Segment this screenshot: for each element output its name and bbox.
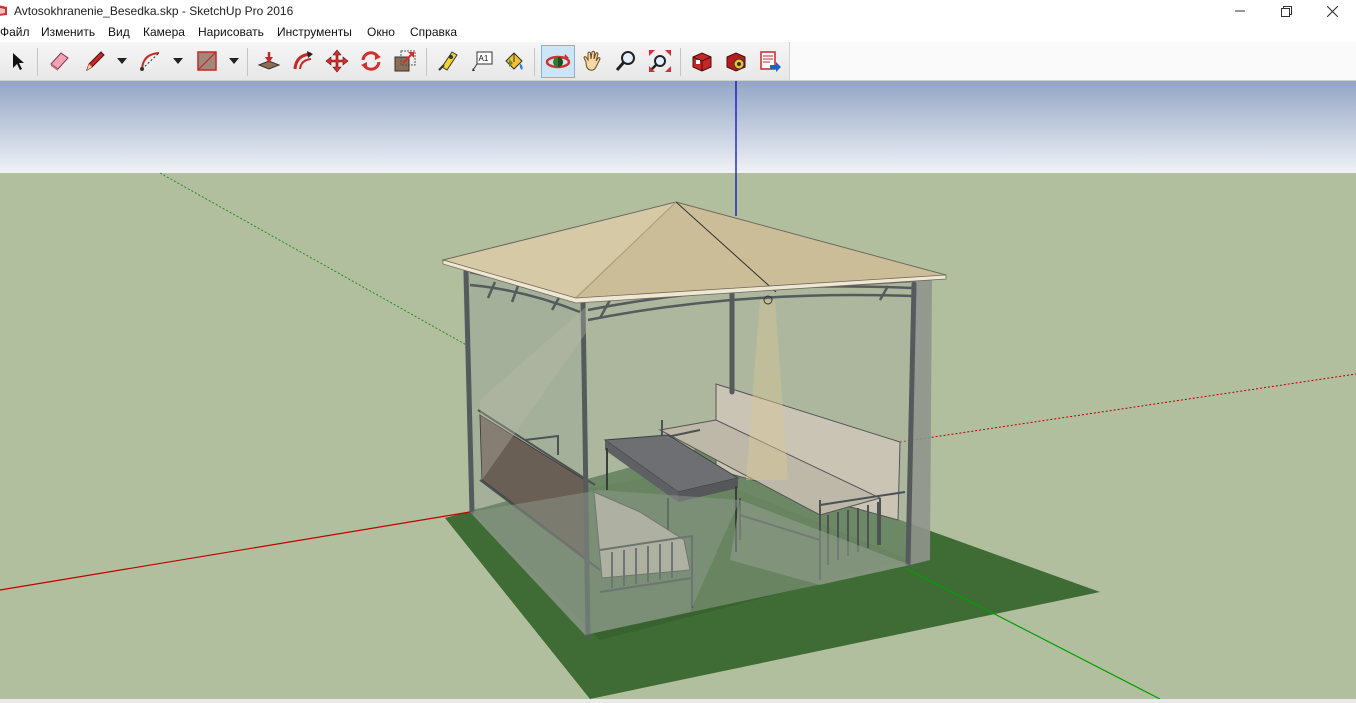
push-pull-icon — [257, 52, 281, 70]
extension-warehouse-button[interactable] — [721, 46, 751, 76]
extension-warehouse-icon — [726, 52, 746, 72]
paint-bucket-icon — [505, 52, 523, 70]
tape-measure-icon — [438, 51, 458, 71]
arc-tool-button[interactable] — [136, 46, 166, 76]
text-tool-button[interactable]: A1 — [467, 46, 497, 76]
zoom-tool-button[interactable] — [611, 46, 641, 76]
scale-icon — [394, 50, 416, 72]
magnifier-icon — [615, 51, 635, 71]
warehouse-button[interactable] — [687, 46, 717, 76]
hand-icon — [583, 50, 601, 71]
offset-icon — [293, 51, 313, 70]
toolbar-empty-area — [790, 42, 1356, 81]
menu-camera[interactable]: Камера — [143, 25, 185, 39]
send-to-layout-icon — [760, 51, 781, 72]
push-pull-tool-button[interactable] — [254, 46, 284, 76]
orbit-tool-button[interactable] — [541, 45, 575, 78]
menu-help[interactable]: Справка — [410, 25, 457, 39]
close-icon — [1326, 5, 1338, 17]
menu-file[interactable]: Файл — [0, 25, 30, 39]
toolbar-separator — [680, 48, 681, 76]
toolbar-separator — [37, 48, 38, 76]
eraser-icon — [50, 52, 69, 71]
restore-button[interactable] — [1263, 0, 1309, 22]
toolbar-separator — [534, 48, 535, 76]
rectangle-tool-button[interactable] — [192, 46, 222, 76]
orbit-icon — [545, 53, 571, 68]
arc-icon — [140, 52, 160, 71]
send-to-layout-button[interactable] — [755, 46, 785, 76]
rotate-icon — [361, 51, 381, 71]
toolbar-separator — [247, 48, 248, 76]
tape-measure-tool-button[interactable] — [433, 46, 463, 76]
minimize-button[interactable] — [1217, 0, 1263, 22]
menu-tools[interactable]: Инструменты — [277, 25, 352, 39]
warehouse-icon — [692, 52, 712, 72]
model-viewport[interactable] — [0, 81, 1356, 699]
chevron-down-icon[interactable] — [228, 56, 240, 66]
chevron-down-icon[interactable] — [116, 56, 128, 66]
title-bar: Avtosokhranenie_Besedka.skp - SketchUp P… — [0, 0, 1356, 22]
restore-icon — [1280, 5, 1292, 17]
close-button[interactable] — [1309, 0, 1355, 22]
svg-text:A1: A1 — [479, 54, 489, 63]
menu-bar: Файл Изменить Вид Камера Нарисовать Инст… — [0, 22, 1356, 42]
sky — [0, 81, 1356, 173]
rotate-tool-button[interactable] — [356, 46, 386, 76]
move-tool-button[interactable] — [322, 46, 352, 76]
scale-tool-button[interactable] — [390, 46, 420, 76]
menu-draw[interactable]: Нарисовать — [198, 25, 264, 39]
offset-tool-button[interactable] — [288, 46, 318, 76]
pencil-icon — [86, 51, 105, 72]
pan-tool-button[interactable] — [577, 46, 607, 76]
zoom-extents-tool-button[interactable] — [645, 46, 675, 76]
main-toolbar: A1 — [0, 42, 790, 81]
paint-bucket-tool-button[interactable] — [499, 46, 529, 76]
rectangle-icon — [197, 51, 217, 71]
line-tool-button[interactable] — [80, 46, 110, 76]
select-tool-button[interactable] — [3, 46, 33, 76]
sketchup-logo-icon — [0, 5, 7, 16]
scene-canvas[interactable] — [0, 81, 1356, 699]
menu-window[interactable]: Окно — [367, 25, 395, 39]
arrow-cursor-icon — [13, 53, 24, 70]
text-icon: A1 — [472, 51, 493, 71]
minimize-icon — [1235, 10, 1245, 12]
eraser-tool-button[interactable] — [44, 46, 74, 76]
move-icon — [325, 49, 349, 73]
menu-edit[interactable]: Изменить — [41, 25, 95, 39]
menu-view[interactable]: Вид — [108, 25, 130, 39]
window-title: Avtosokhranenie_Besedka.skp - SketchUp P… — [14, 4, 294, 18]
chevron-down-icon[interactable] — [172, 56, 184, 66]
toolbar-separator — [426, 48, 427, 76]
status-bar-edge — [0, 699, 1356, 703]
zoom-extents-icon — [649, 50, 671, 72]
